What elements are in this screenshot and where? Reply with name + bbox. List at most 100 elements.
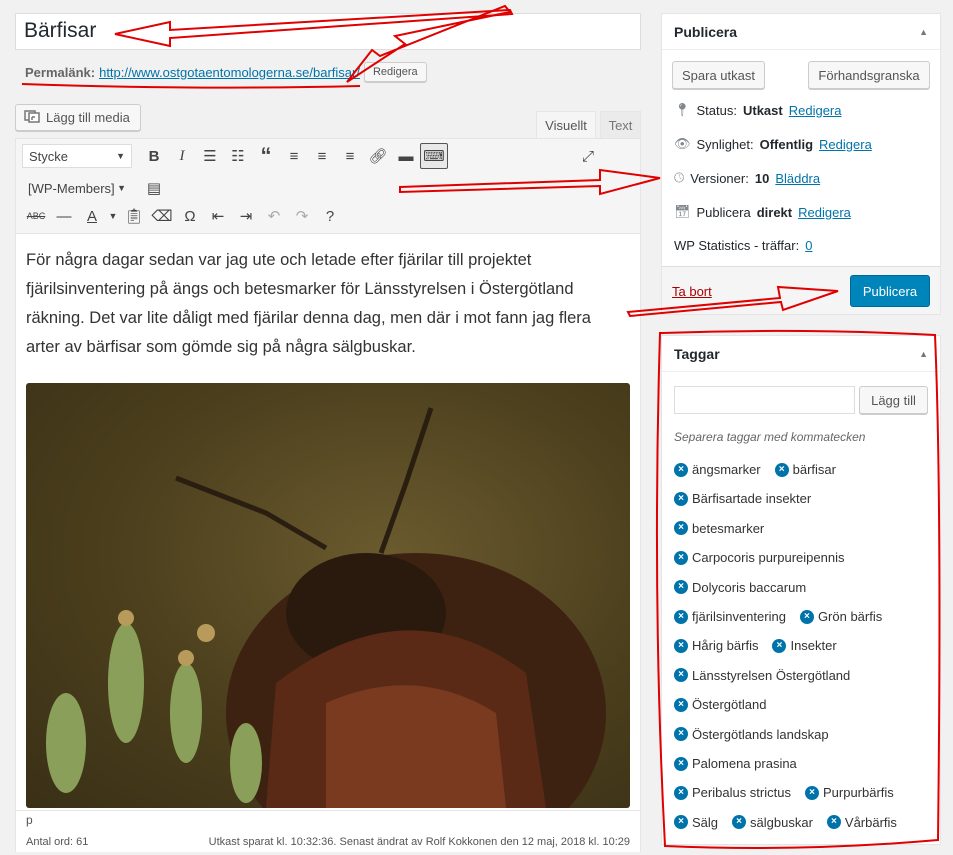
tag-row: × Hårig bärfis × Insekter (674, 638, 837, 653)
remove-tag-icon[interactable]: × (674, 462, 688, 477)
tag-row: × Länsstyrelsen Östergötland (674, 668, 850, 683)
strikethrough-icon[interactable]: ABC (22, 203, 50, 229)
remove-tag-icon[interactable]: × (799, 609, 814, 624)
tag-label: Hårig bärfis (692, 638, 759, 654)
text-color-icon[interactable]: A (78, 203, 106, 229)
blockquote-icon[interactable]: “ (252, 143, 280, 169)
publish-time-label: Publicera (696, 204, 751, 220)
editor-toolbar: Stycke ▼ B I ☰ ☷ “ ≡ ≡ ≡ 🔗︎ ▬ ⌨︎ ⤢ [WP-M… (16, 139, 640, 234)
undo-icon[interactable]: ↶ (260, 203, 288, 229)
remove-tag-icon[interactable]: × (674, 815, 688, 830)
tag-item: × Dolycoris baccarum (674, 580, 806, 595)
stats-value-link[interactable]: 0 (805, 238, 812, 253)
bullet-list-icon[interactable]: ☰ (196, 143, 224, 169)
remove-tag-icon[interactable]: × (826, 815, 841, 830)
stats-label: WP Statistics - träffar: (674, 238, 800, 253)
tag-label: Dolycoris baccarum (692, 579, 807, 595)
tag-label: Carpocoris purpureipennis (692, 550, 845, 566)
tag-label: Länsstyrelsen Östergötland (692, 667, 851, 683)
indent-icon[interactable]: ⇥ (232, 203, 260, 229)
tag-item: × ängsmarker (674, 462, 761, 477)
align-center-icon[interactable]: ≡ (308, 143, 336, 169)
remove-tag-icon[interactable]: × (674, 756, 688, 771)
permalink-url-link[interactable]: http://www.ostgotaentomologerna.se/barfi… (99, 65, 360, 80)
tag-row: × Palomena prasina (674, 756, 797, 771)
stats-row: WP Statistics - träffar: 0 (674, 238, 812, 253)
publish-box-header[interactable]: Publicera ▲ (662, 14, 940, 50)
publish-button[interactable]: Publicera (850, 275, 930, 307)
special-char-icon[interactable]: Ω (176, 203, 204, 229)
remove-tag-icon[interactable]: × (774, 462, 789, 477)
remove-tag-icon[interactable]: × (674, 785, 688, 800)
outdent-icon[interactable]: ⇤ (204, 203, 232, 229)
tag-item: × betesmarker (674, 521, 764, 536)
shortcode-select[interactable]: [WP-Members] ▼ (22, 176, 132, 200)
permalink-edit-button[interactable]: Redigera (363, 62, 427, 82)
tag-row: × Carpocoris purpureipennis (674, 550, 844, 565)
status-edit-link[interactable]: Redigera (789, 103, 842, 118)
chevron-down-icon[interactable]: ▼ (106, 203, 120, 229)
tab-visual[interactable]: Visuellt (536, 111, 596, 138)
tag-hint: Separera taggar med kommatecken (674, 430, 866, 444)
visibility-edit-link[interactable]: Redigera (819, 137, 872, 152)
shortcode-icon[interactable]: ▤ (140, 175, 168, 201)
tag-label: Palomena prasina (692, 756, 797, 771)
remove-tag-icon[interactable]: × (674, 580, 688, 595)
bold-icon[interactable]: B (140, 143, 168, 169)
visibility-value: Offentlig (759, 136, 814, 152)
remove-tag-icon[interactable]: × (674, 668, 688, 683)
publish-time-edit-link[interactable]: Redigera (798, 205, 851, 220)
publish-actions: Ta bort Publicera (662, 266, 940, 314)
remove-tag-icon[interactable]: × (674, 550, 688, 565)
tags-box: Taggar ▲ Lägg till Separera taggar med k… (661, 335, 941, 845)
collapse-arrow-icon[interactable]: ▲ (919, 27, 928, 37)
paste-text-icon[interactable]: 📋︎ (120, 203, 148, 229)
remove-tag-icon[interactable]: × (674, 697, 688, 712)
remove-tag-icon[interactable]: × (674, 609, 688, 624)
remove-tag-icon[interactable]: × (732, 815, 747, 830)
numbered-list-icon[interactable]: ☷ (224, 143, 252, 169)
remove-tag-icon[interactable]: × (674, 727, 688, 742)
trash-link[interactable]: Ta bort (672, 284, 712, 299)
calendar-icon: 📅︎ (674, 204, 691, 219)
remove-tag-icon[interactable]: × (674, 521, 688, 536)
bug-photo[interactable] (26, 383, 630, 808)
align-left-icon[interactable]: ≡ (280, 143, 308, 169)
fullscreen-icon[interactable]: ⤢ (574, 143, 602, 169)
italic-icon[interactable]: I (168, 143, 196, 169)
revisions-browse-link[interactable]: Bläddra (775, 171, 820, 186)
link-icon[interactable]: 🔗︎ (364, 143, 392, 169)
remove-tag-icon[interactable]: × (674, 638, 688, 653)
read-more-icon[interactable]: ▬ (392, 143, 420, 169)
format-select[interactable]: Stycke ▼ (22, 144, 132, 168)
tag-item: × Insekter (772, 638, 837, 653)
preview-button[interactable]: Förhandsgranska (808, 61, 930, 89)
tag-item: × Sälg (674, 815, 718, 830)
help-icon[interactable]: ? (316, 203, 344, 229)
revisions-row: 🕓︎ Versioner: 10 Bläddra (674, 170, 820, 186)
tags-box-title: Taggar (674, 345, 720, 362)
history-icon: 🕓︎ (674, 170, 685, 185)
add-media-label: Lägg till media (46, 110, 130, 125)
status-value: Utkast (742, 102, 783, 118)
tags-box-header[interactable]: Taggar ▲ (662, 336, 940, 372)
remove-tag-icon[interactable]: × (804, 785, 819, 800)
tag-item: × Grön bärfis (799, 609, 882, 624)
add-media-button[interactable]: Lägg till media (15, 104, 141, 131)
new-tag-input[interactable] (674, 386, 855, 414)
remove-tag-icon[interactable]: × (674, 491, 688, 506)
remove-tag-icon[interactable]: × (772, 638, 787, 653)
horizontal-line-icon[interactable]: — (50, 203, 78, 229)
collapse-arrow-icon[interactable]: ▲ (919, 349, 928, 359)
align-right-icon[interactable]: ≡ (336, 143, 364, 169)
visibility-label: Synlighet: (696, 136, 754, 152)
clear-formatting-icon[interactable]: ⌫ (148, 203, 176, 229)
save-draft-button[interactable]: Spara utkast (672, 61, 765, 89)
tab-text[interactable]: Text (600, 111, 641, 138)
toolbar-toggle-icon[interactable]: ⌨︎ (420, 143, 448, 169)
tag-label: ängsmarker (692, 462, 761, 477)
add-tag-button[interactable]: Lägg till (859, 386, 928, 414)
redo-icon[interactable]: ↷ (288, 203, 316, 229)
editor-content-paragraph[interactable]: För några dagar sedan var jag ute och le… (26, 246, 626, 362)
post-title-input[interactable]: Bärfisar (15, 13, 641, 50)
